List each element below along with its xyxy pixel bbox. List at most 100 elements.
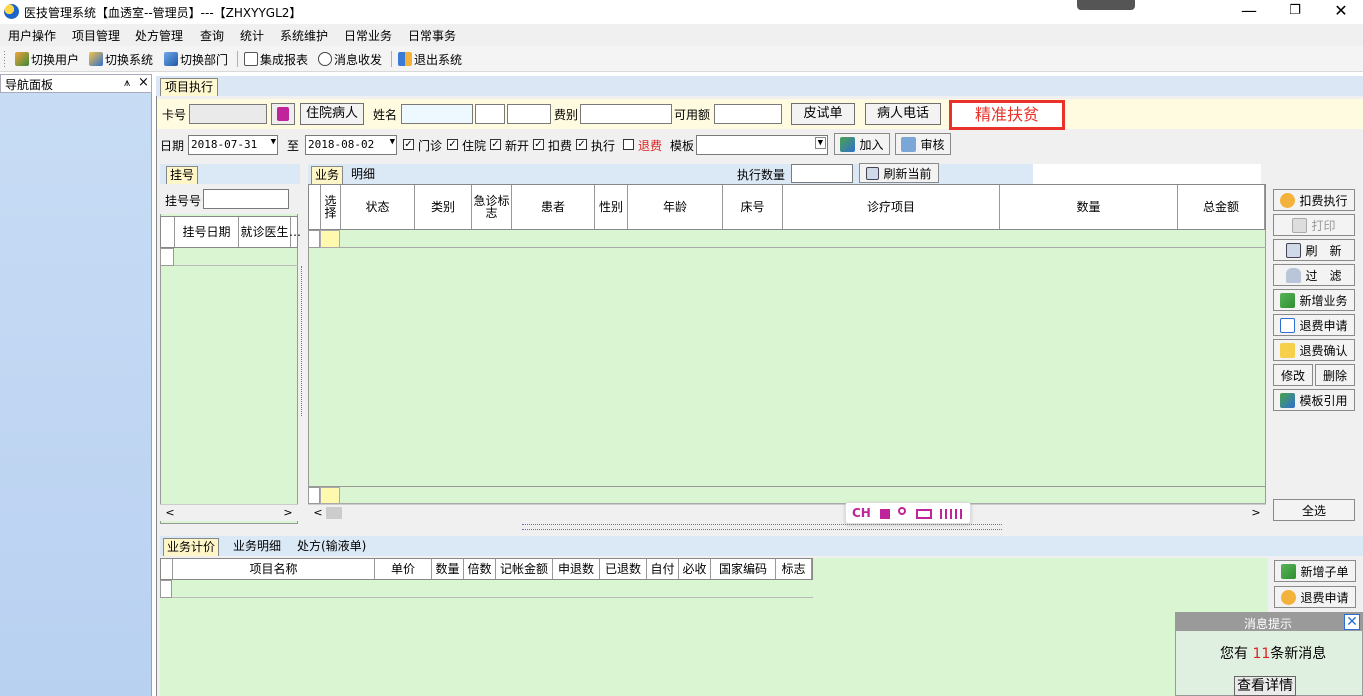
floating-widget[interactable] bbox=[1077, 0, 1135, 10]
charge-execute-button[interactable]: 扣费执行 bbox=[1273, 189, 1355, 211]
keyboard-icon[interactable] bbox=[916, 509, 932, 519]
tab-register[interactable]: 挂号 bbox=[166, 166, 199, 184]
refund-checkbox[interactable] bbox=[623, 139, 634, 150]
inpatient-button[interactable]: 住院病人 bbox=[300, 103, 364, 125]
col-status[interactable]: 状态 bbox=[341, 185, 415, 229]
messages-button[interactable]: 消息收发 bbox=[318, 50, 382, 68]
scroll-thumb[interactable] bbox=[326, 507, 342, 519]
ime-language-label[interactable]: CH bbox=[852, 506, 871, 520]
ime-settings-icon[interactable] bbox=[940, 509, 962, 519]
select-cell[interactable] bbox=[320, 230, 340, 248]
select-all-button[interactable]: 全选 bbox=[1273, 499, 1355, 521]
col-unit-price[interactable]: 单价 bbox=[375, 559, 432, 579]
patient-name-input[interactable] bbox=[401, 104, 473, 124]
col-select[interactable]: 选择 bbox=[321, 185, 341, 229]
chevron-left-icon[interactable]: < bbox=[162, 506, 178, 520]
switch-user-button[interactable]: 切换用户 bbox=[15, 50, 79, 68]
col-doctor[interactable]: 就诊医生 bbox=[239, 217, 291, 247]
chevron-left-icon[interactable]: < bbox=[310, 506, 326, 520]
date-to-picker[interactable]: 2018-08-02 ▼ bbox=[305, 135, 397, 155]
col-bed[interactable]: 床号 bbox=[723, 185, 783, 229]
col-quantity[interactable]: 数量 bbox=[1000, 185, 1178, 229]
card-reader-button[interactable] bbox=[271, 103, 295, 125]
col-gender[interactable]: 性别 bbox=[595, 185, 628, 229]
fee-type-input[interactable] bbox=[580, 104, 672, 124]
new-checkbox[interactable]: ✓ bbox=[490, 139, 501, 150]
filter-button[interactable]: 过 滤 bbox=[1273, 264, 1355, 286]
tab-business-pricing[interactable]: 业务计价 bbox=[163, 538, 220, 556]
tab-project-execute[interactable]: 项目执行 bbox=[160, 78, 219, 96]
col-national-code[interactable]: 国家编码 bbox=[711, 559, 776, 579]
print-button[interactable]: 打印 bbox=[1273, 214, 1355, 236]
patient-age-input[interactable] bbox=[507, 104, 551, 124]
menu-daily-affairs[interactable]: 日常事务 bbox=[408, 27, 456, 44]
col-refunded[interactable]: 已退数 bbox=[600, 559, 647, 579]
menu-prescription[interactable]: 处方管理 bbox=[135, 27, 183, 44]
col-reg-date[interactable]: 挂号日期 bbox=[175, 217, 239, 247]
col-total-amount[interactable]: 总金额 bbox=[1178, 185, 1265, 229]
business-hscrollbar[interactable]: < > bbox=[308, 504, 1266, 521]
close-icon[interactable]: × bbox=[138, 75, 149, 90]
available-amount-input[interactable] bbox=[714, 104, 782, 124]
patient-gender-input[interactable] bbox=[475, 104, 505, 124]
new-sub-order-button[interactable]: 新增子单 bbox=[1274, 560, 1356, 582]
col-flag[interactable]: 标志 bbox=[776, 559, 812, 579]
menu-query[interactable]: 查询 bbox=[200, 27, 224, 44]
col-mandatory[interactable]: 必收 bbox=[679, 559, 711, 579]
chevron-right-icon[interactable]: > bbox=[1248, 506, 1264, 520]
menu-system-maintenance[interactable]: 系统维护 bbox=[280, 27, 328, 44]
refund-request-button[interactable]: 退费申请 bbox=[1273, 314, 1355, 336]
tab-business-detail[interactable]: 业务明细 bbox=[230, 538, 284, 556]
col-treatment-item[interactable]: 诊疗项目 bbox=[783, 185, 1000, 229]
template-reference-button[interactable]: 模板引用 bbox=[1273, 389, 1355, 411]
outpatient-checkbox[interactable]: ✓ bbox=[403, 139, 414, 150]
report-button[interactable]: 集成报表 bbox=[244, 50, 308, 68]
reg-no-input[interactable] bbox=[203, 189, 289, 209]
col-category[interactable]: 类别 bbox=[415, 185, 472, 229]
skin-test-button[interactable]: 皮试单 bbox=[791, 103, 855, 125]
col-billing-amount[interactable]: 记帐金额 bbox=[496, 559, 553, 579]
pin-icon[interactable]: ⩚ bbox=[124, 76, 130, 90]
bottom-refund-request-button[interactable]: 退费申请 bbox=[1274, 586, 1356, 608]
delete-button[interactable]: 删除 bbox=[1315, 364, 1355, 386]
switch-system-button[interactable]: 切换系统 bbox=[89, 50, 153, 68]
review-button[interactable]: 审核 bbox=[895, 133, 951, 155]
exit-button[interactable]: 退出系统 bbox=[398, 50, 462, 68]
splitter-handle[interactable] bbox=[301, 266, 305, 416]
patient-phone-button[interactable]: 病人电话 bbox=[865, 103, 941, 125]
execute-checkbox[interactable]: ✓ bbox=[576, 139, 587, 150]
col-age[interactable]: 年龄 bbox=[628, 185, 723, 229]
tab-detail[interactable]: 明细 bbox=[348, 166, 378, 184]
col-emergency[interactable]: 急诊标志 bbox=[472, 185, 512, 229]
col-multiplier[interactable]: 倍数 bbox=[464, 559, 496, 579]
col-qty[interactable]: 数量 bbox=[432, 559, 464, 579]
view-details-button[interactable]: 查看详情 bbox=[1234, 676, 1296, 696]
new-business-button[interactable]: 新增业务 bbox=[1273, 289, 1355, 311]
col-item-name[interactable]: 项目名称 bbox=[173, 559, 375, 579]
maximize-button[interactable]: ❐ bbox=[1272, 0, 1318, 24]
ime-toolbar[interactable]: CH bbox=[845, 502, 971, 524]
chevron-right-icon[interactable]: > bbox=[280, 506, 296, 520]
refresh-button[interactable]: 刷 新 bbox=[1273, 239, 1355, 261]
menu-item-management[interactable]: 项目管理 bbox=[72, 27, 120, 44]
switch-dept-button[interactable]: 切换部门 bbox=[164, 50, 228, 68]
ime-halfwidth-icon[interactable] bbox=[880, 509, 890, 519]
exec-qty-input[interactable] bbox=[791, 164, 853, 183]
col-self-pay[interactable]: 自付 bbox=[647, 559, 679, 579]
inpatient-checkbox[interactable]: ✓ bbox=[447, 139, 458, 150]
card-number-input[interactable] bbox=[189, 104, 267, 124]
refresh-current-button[interactable]: 刷新当前 bbox=[859, 163, 939, 183]
menu-user-ops[interactable]: 用户操作 bbox=[8, 27, 56, 44]
close-button[interactable]: ✕ bbox=[1318, 0, 1363, 24]
menu-daily-business[interactable]: 日常业务 bbox=[344, 27, 392, 44]
charge-checkbox[interactable]: ✓ bbox=[533, 139, 544, 150]
add-button[interactable]: 加入 bbox=[834, 133, 890, 155]
template-select[interactable]: ▼ bbox=[696, 135, 828, 155]
col-patient[interactable]: 患者 bbox=[512, 185, 595, 229]
col-refund-requested[interactable]: 申退数 bbox=[553, 559, 600, 579]
edit-button[interactable]: 修改 bbox=[1273, 364, 1313, 386]
tab-business[interactable]: 业务 bbox=[311, 166, 344, 184]
minimize-button[interactable]: — bbox=[1226, 0, 1272, 24]
ime-punctuation-icon[interactable] bbox=[898, 507, 906, 515]
close-icon[interactable]: ✕ bbox=[1344, 614, 1360, 630]
